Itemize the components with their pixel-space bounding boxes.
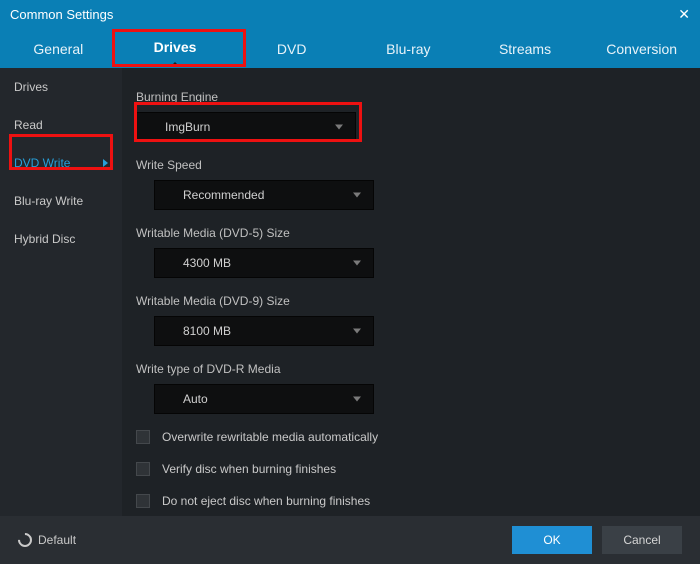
top-tabs: General Drives DVD Blu-ray Streams Conve… [0,28,700,68]
default-label: Default [38,533,76,547]
label-write-type: Write type of DVD-R Media [136,362,670,376]
chevron-down-icon [353,193,361,198]
window-title: Common Settings [10,7,678,22]
tab-conversion[interactable]: Conversion [583,31,700,66]
sidebar-item-read[interactable]: Read [0,106,122,144]
sidebar-item-label: DVD Write [14,156,70,170]
checkbox-icon [136,430,150,444]
default-button[interactable]: Default [18,533,76,547]
checkbox-icon [136,462,150,476]
checkbox-label: Overwrite rewritable media automatically [162,430,378,444]
select-value: Recommended [183,188,264,202]
select-write-speed[interactable]: Recommended [154,180,374,210]
checkbox-icon [136,494,150,508]
sidebar-item-label: Blu-ray Write [14,194,83,208]
bottom-bar: Default OK Cancel [0,516,700,564]
checkbox-label: Verify disc when burning finishes [162,462,336,476]
checkbox-verify[interactable]: Verify disc when burning finishes [136,462,670,476]
select-value: 4300 MB [183,256,231,270]
tab-general[interactable]: General [0,31,117,66]
ok-button[interactable]: OK [512,526,592,554]
titlebar: Common Settings ✕ [0,0,700,28]
chevron-down-icon [353,261,361,266]
label-dvd9-size: Writable Media (DVD-9) Size [136,294,670,308]
main-panel: Burning Engine ImgBurn Write Speed Recom… [122,68,700,516]
tab-bluray[interactable]: Blu-ray [350,31,467,66]
select-value: ImgBurn [165,120,210,134]
tab-streams[interactable]: Streams [467,31,584,66]
sidebar-item-hybrid-disc[interactable]: Hybrid Disc [0,220,122,258]
sidebar-item-label: Drives [14,80,48,94]
select-dvd9-size[interactable]: 8100 MB [154,316,374,346]
select-write-type[interactable]: Auto [154,384,374,414]
select-value: 8100 MB [183,324,231,338]
sidebar-item-drives[interactable]: Drives [0,68,122,106]
select-value: Auto [183,392,208,406]
sidebar-item-label: Hybrid Disc [14,232,75,246]
tab-drives[interactable]: Drives [117,29,234,67]
label-burning-engine: Burning Engine [136,90,670,104]
sidebar-item-bluray-write[interactable]: Blu-ray Write [0,182,122,220]
chevron-down-icon [353,397,361,402]
select-dvd5-size[interactable]: 4300 MB [154,248,374,278]
sidebar-item-label: Read [14,118,43,132]
checkbox-overwrite[interactable]: Overwrite rewritable media automatically [136,430,670,444]
tab-dvd[interactable]: DVD [233,31,350,66]
chevron-down-icon [335,125,343,130]
reset-icon [15,530,35,550]
sidebar-item-dvd-write[interactable]: DVD Write [0,144,122,182]
sidebar: Drives Read DVD Write Blu-ray Write Hybr… [0,68,122,516]
checkbox-label: Do not eject disc when burning finishes [162,494,370,508]
checkbox-no-eject[interactable]: Do not eject disc when burning finishes [136,494,670,508]
select-burning-engine[interactable]: ImgBurn [136,112,356,142]
label-dvd5-size: Writable Media (DVD-5) Size [136,226,670,240]
close-icon[interactable]: ✕ [678,6,690,23]
chevron-right-icon [103,159,108,167]
cancel-button[interactable]: Cancel [602,526,682,554]
chevron-down-icon [353,329,361,334]
label-write-speed: Write Speed [136,158,670,172]
